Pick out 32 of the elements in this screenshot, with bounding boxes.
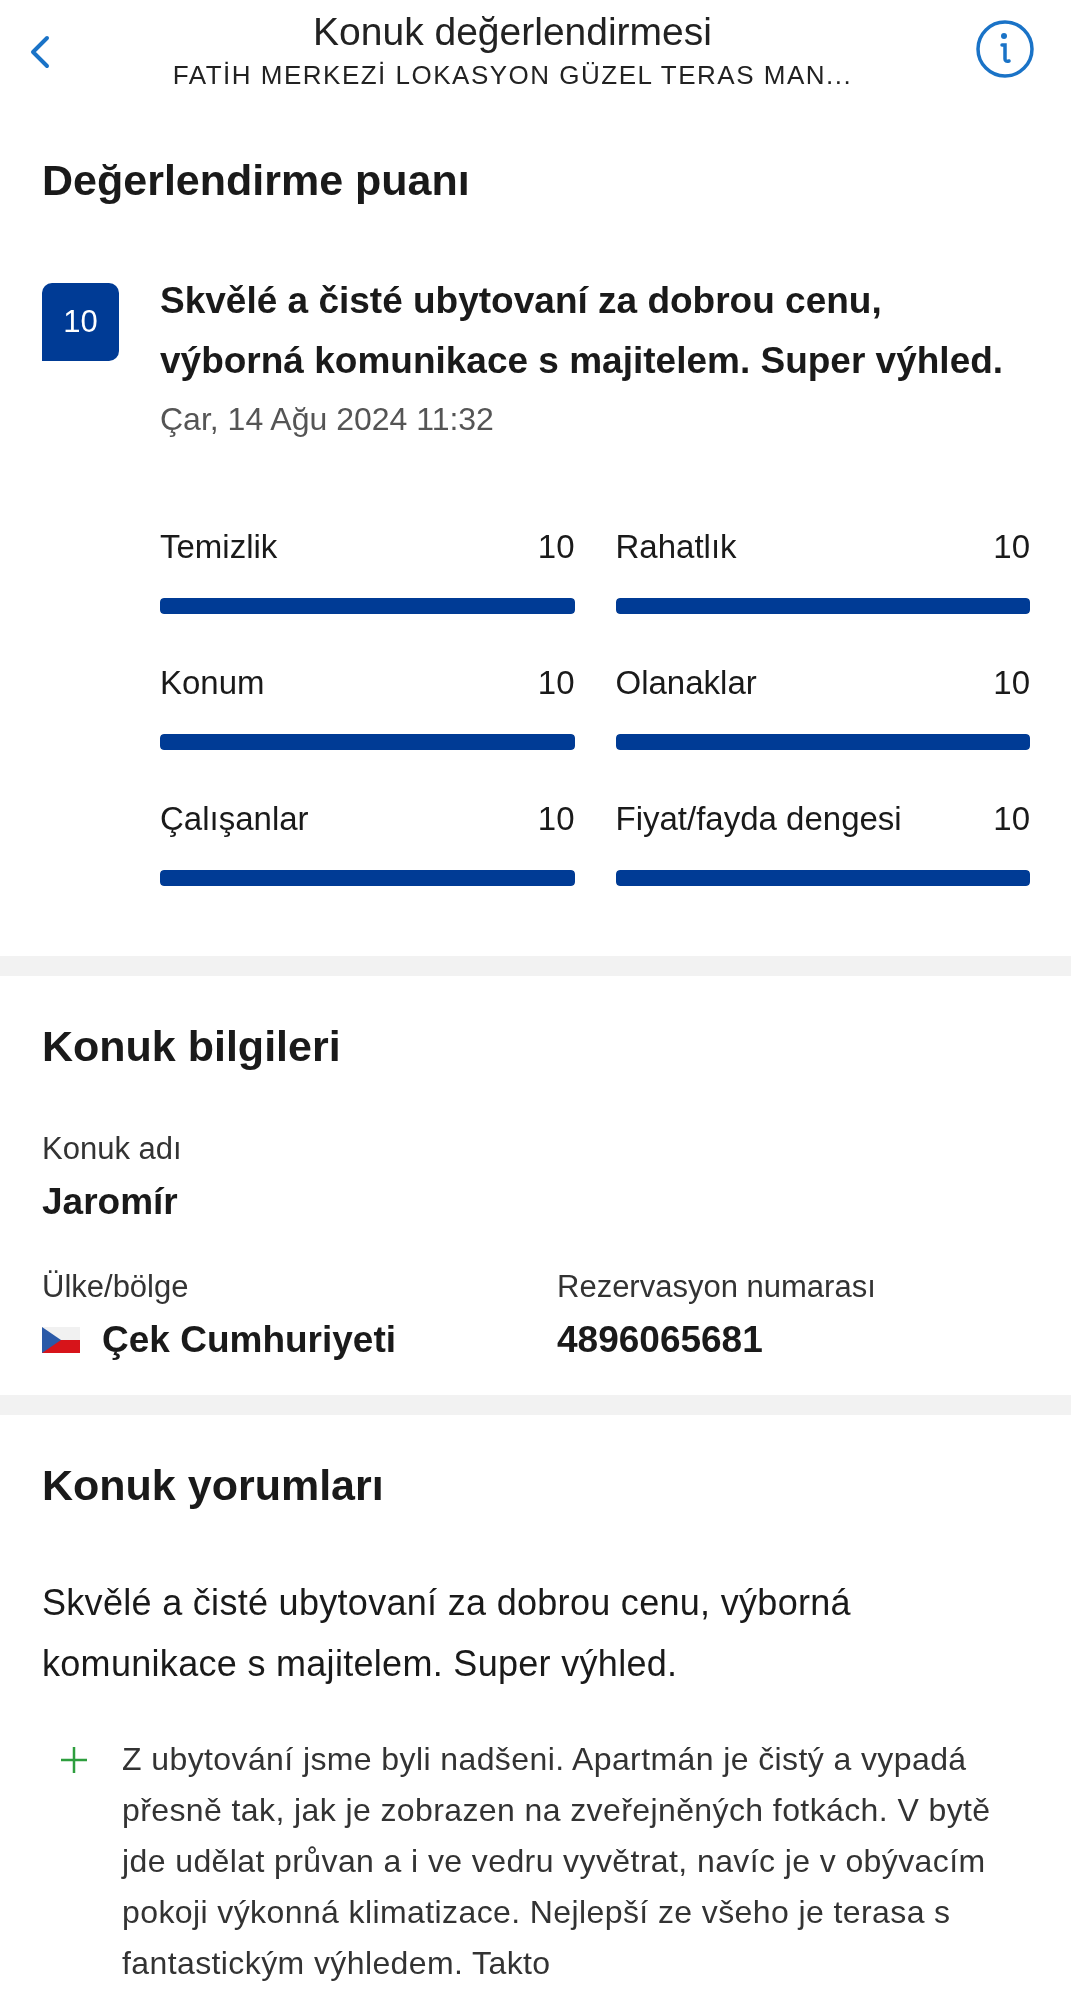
comment-title: Skvělé a čisté ubytovaní za dobrou cenu, výborná komunikace s majitelem. Super výhled. xyxy=(42,1581,852,1686)
category-score: 10 xyxy=(993,664,1030,702)
category-name: Temizlik xyxy=(160,528,278,566)
country-name: Çek Cumhuriyeti xyxy=(102,1319,396,1361)
category-name: Çalışanlar xyxy=(160,800,309,838)
review-date: Çar, 14 Ağu 2024 11:32 xyxy=(160,401,495,438)
category-name: Rahatlık xyxy=(615,528,737,566)
category-score: 10 xyxy=(537,528,575,566)
category-name: Olanaklar xyxy=(615,664,757,702)
field-label: Rezervasyon numarası xyxy=(557,1269,877,1305)
category-name: Konum xyxy=(160,664,265,702)
booking-number: 4896065681 xyxy=(557,1319,764,1361)
category-score: 10 xyxy=(537,800,575,838)
category-score: 10 xyxy=(993,528,1030,566)
back-icon[interactable] xyxy=(30,35,50,69)
plus-icon xyxy=(60,1746,88,1774)
category-name: Fiyat/fayda dengesi xyxy=(615,800,902,838)
score-badge: 10 xyxy=(42,283,119,361)
flag-icon xyxy=(42,1327,80,1353)
review-title: Skvělé a čisté ubytovaní za dobrou cenu, výborná komunikace s majitelem. Super výhled. xyxy=(160,279,1005,383)
page-title: Konuk değerlendirmesi xyxy=(313,9,712,54)
property-name: FATİH MERKEZİ LOKASYON GÜZEL TERAS MAN... xyxy=(172,59,853,91)
category-score: 10 xyxy=(537,664,575,702)
section-heading: Değerlendirme puanı xyxy=(42,156,471,205)
category-score: 10 xyxy=(993,800,1030,838)
info-icon[interactable] xyxy=(975,19,1035,79)
guest-name: Jaromír xyxy=(42,1181,179,1223)
field-label: Konuk adı xyxy=(42,1131,183,1167)
comment-text: Z ubytování jsme byli nadšeni. Apartmán je čistý a vypadá přesně tak, jak je zobrazen na zveřejněných fotkách. V bytě jde udělat průvan a i ve vedru vyvětrat, navíc je v obývacím pokoji výkonná klimatizace. Nejlepší ze všeho je terasa s fantastickým výhledem. Takto xyxy=(122,1740,992,1983)
field-label: Ülke/bölge xyxy=(42,1269,190,1305)
section-heading: Konuk bilgileri xyxy=(42,1022,342,1071)
section-heading: Konuk yorumları xyxy=(42,1461,385,1510)
